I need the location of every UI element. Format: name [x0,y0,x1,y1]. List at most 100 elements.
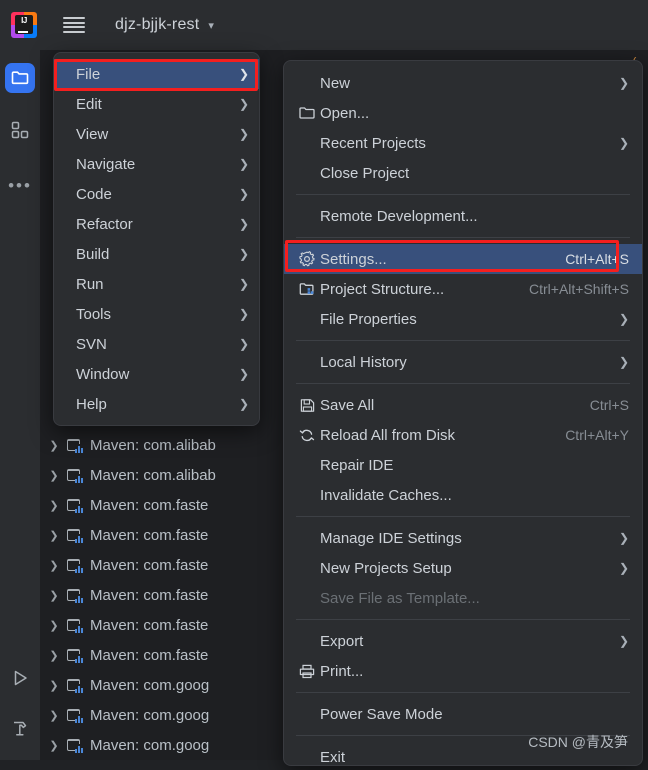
menu-item-file[interactable]: File ❯ [54,59,259,89]
menu-item-refactor[interactable]: Refactor ❯ [54,209,259,239]
menu-item-label: View [76,125,109,143]
file-menu-item-reload-all-from-disk[interactable]: Reload All from Disk Ctrl+Alt+Y [284,420,642,450]
file-menu-item-local-history[interactable]: Local History ❯ [284,347,642,377]
chevron-right-icon[interactable]: ❯ [41,649,67,662]
tree-row[interactable]: ❯ Maven: com.faste [41,610,208,640]
file-menu-item-power-save-mode[interactable]: Power Save Mode [284,699,642,729]
menu-item-svn[interactable]: SVN ❯ [54,329,259,359]
chevron-right-icon[interactable]: ❯ [41,709,67,722]
chevron-right-icon: ❯ [238,307,249,321]
file-submenu-popup: New ❯ Open... Recent Projects ❯ Close Project… [283,60,643,766]
more-tool-windows-button[interactable]: ••• [0,166,40,206]
project-name-label[interactable]: djz-bjjk-rest [115,16,199,34]
chevron-right-icon[interactable]: ❯ [41,589,67,602]
file-menu-item-label: Reload All from Disk [320,426,456,444]
chevron-right-icon: ❯ [238,337,249,351]
menu-item-view[interactable]: View ❯ [54,119,259,149]
chevron-right-icon: ❯ [618,531,629,545]
menu-item-label: Build [76,245,110,263]
sidebar-item-build[interactable] [0,708,40,748]
file-menu-item-label: Manage IDE Settings [320,529,462,547]
chevron-right-icon[interactable]: ❯ [41,679,67,692]
activity-bar: ••• [0,50,40,770]
file-menu-item-open[interactable]: Open... [284,98,642,128]
chevron-right-icon[interactable]: ❯ [41,469,67,482]
hamburger-menu-icon[interactable] [63,17,85,33]
file-menu-item-print[interactable]: Print... [284,656,642,686]
folder-icon [5,63,35,93]
file-menu-item-recent-projects[interactable]: Recent Projects ❯ [284,128,642,158]
tree-row-label: Maven: com.goog [90,706,210,724]
maven-library-folder-icon [67,588,84,603]
menu-item-run[interactable]: Run ❯ [54,269,259,299]
chevron-right-icon: ❯ [238,127,249,141]
maven-library-folder-icon [67,738,84,753]
file-menu-item-label: Repair IDE [320,456,394,474]
tree-row[interactable]: ❯ Maven: com.faste [41,640,208,670]
maven-library-folder-icon [67,618,84,633]
file-menu-item-settings[interactable]: Settings... Ctrl+Alt+S [284,244,642,274]
file-menu-item-label: Local History [320,353,407,371]
tree-row[interactable]: ❯ Maven: com.faste [41,550,208,580]
file-menu-item-remote-development[interactable]: Remote Development... [284,201,642,231]
tree-row[interactable]: ❯ Maven: com.faste [41,490,208,520]
tree-row[interactable]: ❯ Maven: com.faste [41,520,208,550]
file-menu-item-close-project[interactable]: Close Project [284,158,642,188]
tree-row[interactable]: ❯ Maven: com.goog [41,670,209,700]
chevron-right-icon: ❯ [618,355,629,369]
file-menu-item-export[interactable]: Export ❯ [284,626,642,656]
file-menu-item-repair-ide[interactable]: Repair IDE [284,450,642,480]
tree-row-label: Maven: com.faste [90,586,209,604]
tree-row[interactable]: ❯ Maven: com.alibab [41,430,216,460]
main-menu-popup: File ❯ Edit ❯ View ❯ Navigate ❯ Code ❯ Refactor ❯ Bu… [53,52,260,426]
menu-item-code[interactable]: Code ❯ [54,179,259,209]
file-menu-item-save-all[interactable]: Save All Ctrl+S [284,390,642,420]
menu-item-window[interactable]: Window ❯ [54,359,259,389]
tree-row[interactable]: ❯ Maven: com.goog [41,700,209,730]
maven-library-folder-icon [67,678,84,693]
tree-row[interactable]: ❯ Maven: com.goog [41,730,209,760]
modules-icon [11,121,29,139]
file-menu-item-label: Power Save Mode [320,705,443,723]
shortcut-label: Ctrl+Alt+Y [565,427,629,443]
file-menu-item-project-structure[interactable]: Project Structure... Ctrl+Alt+Shift+S [284,274,642,304]
chevron-right-icon[interactable]: ❯ [41,439,67,452]
shortcut-label: Ctrl+S [589,397,629,413]
file-menu-item-new-projects-setup[interactable]: New Projects Setup ❯ [284,553,642,583]
printer-icon [294,664,320,679]
tree-row-label: Maven: com.goog [90,676,210,694]
sidebar-item-structure[interactable] [0,110,40,150]
chevron-right-icon: ❯ [238,157,249,171]
file-menu-item-new[interactable]: New ❯ [284,68,642,98]
file-menu-item-file-properties[interactable]: File Properties ❯ [284,304,642,334]
tree-row-label: Maven: com.alibab [90,466,216,484]
tree-row[interactable]: ❯ Maven: com.alibab [41,460,216,490]
tree-row-label: Maven: com.goog [90,736,210,754]
file-menu-item-label: Save File as Template... [320,589,480,607]
chevron-right-icon: ❯ [618,634,629,648]
tree-row-label: Maven: com.alibab [90,436,216,454]
maven-library-folder-icon [67,648,84,663]
menu-item-build[interactable]: Build ❯ [54,239,259,269]
menu-item-tools[interactable]: Tools ❯ [54,299,259,329]
chevron-right-icon[interactable]: ❯ [41,499,67,512]
chevron-right-icon[interactable]: ❯ [41,559,67,572]
menu-item-navigate[interactable]: Navigate ❯ [54,149,259,179]
menu-item-help[interactable]: Help ❯ [54,389,259,419]
chevron-right-icon[interactable]: ❯ [41,619,67,632]
menu-item-edit[interactable]: Edit ❯ [54,89,259,119]
file-menu-item-manage-ide-settings[interactable]: Manage IDE Settings ❯ [284,523,642,553]
chevron-right-icon: ❯ [238,397,249,411]
sidebar-item-project[interactable] [0,58,40,98]
file-menu-item-invalidate-caches[interactable]: Invalidate Caches... [284,480,642,510]
chevron-right-icon[interactable]: ❯ [41,739,67,752]
tree-row[interactable]: ❯ Maven: com.faste [41,580,208,610]
chevron-right-icon[interactable]: ❯ [41,529,67,542]
project-structure-icon [294,282,320,297]
sidebar-item-run[interactable] [0,658,40,698]
menu-item-label: Navigate [76,155,136,173]
chevron-down-icon[interactable]: ▾ [208,19,214,32]
tree-row-label: Maven: com.faste [90,556,209,574]
menu-separator [296,516,630,517]
tree-row-label: Maven: com.faste [90,496,209,514]
